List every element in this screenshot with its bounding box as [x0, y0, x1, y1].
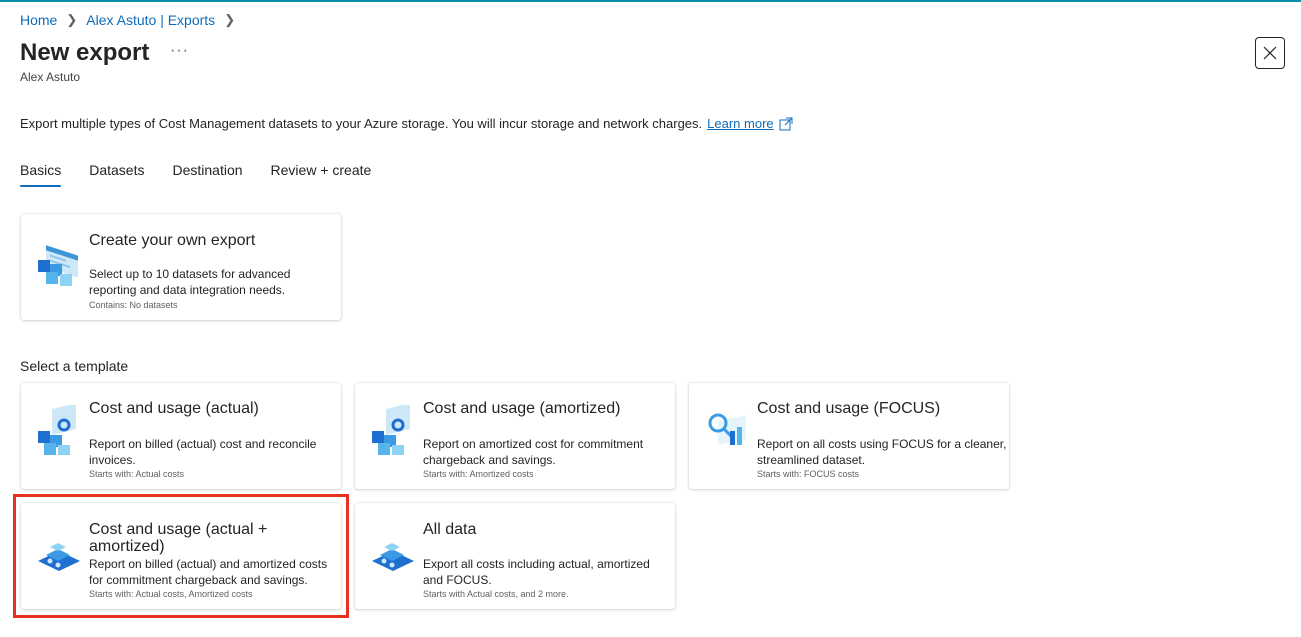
learn-more-link[interactable]: Learn more: [707, 116, 773, 131]
cost-usage-icon: [372, 405, 410, 455]
external-link-icon[interactable]: [779, 117, 793, 131]
card-title: Cost and usage (FOCUS): [757, 400, 941, 417]
focus-search-icon: [708, 413, 746, 445]
export-description: Export multiple types of Cost Management…: [20, 116, 793, 131]
tab-basics[interactable]: Basics: [20, 162, 62, 187]
page-title: New export: [20, 39, 150, 66]
card-title: Cost and usage (actual + amortized): [89, 521, 268, 555]
card-title: All data: [423, 521, 477, 538]
template-card-focus[interactable]: Cost and usage (FOCUS) Report on all cos…: [689, 383, 1009, 489]
template-card-amortized[interactable]: Cost and usage (amortized) Report on amo…: [355, 383, 675, 489]
card-description: Export all costs including actual, amort…: [423, 557, 650, 587]
card-meta: Starts with: Amortized costs: [423, 469, 534, 479]
template-section-label: Select a template: [20, 358, 129, 374]
card-meta: Starts with: FOCUS costs: [757, 469, 860, 479]
wizard-tabs: Basics Datasets Destination Review + cre…: [20, 162, 399, 187]
tab-datasets[interactable]: Datasets: [89, 162, 144, 184]
template-card-actual-amortized[interactable]: Cost and usage (actual + amortized) Repo…: [21, 503, 341, 609]
card-description: Report on amortized cost for commitment …: [423, 437, 644, 467]
chevron-right-icon: ❯: [224, 12, 236, 27]
close-icon: [1263, 46, 1277, 60]
tab-destination[interactable]: Destination: [172, 162, 242, 184]
top-accent-line: [0, 0, 1301, 2]
card-title: Create your own export: [89, 232, 256, 249]
page-subtitle: Alex Astuto: [20, 70, 81, 84]
breadcrumb: Home ❯ Alex Astuto | Exports ❯: [20, 12, 244, 28]
breadcrumb-home-link[interactable]: Home: [20, 12, 57, 28]
chevron-right-icon: ❯: [66, 12, 78, 27]
template-card-all-data[interactable]: All data Export all costs including actu…: [355, 503, 675, 609]
card-description: Report on all costs using FOCUS for a cl…: [757, 437, 1007, 467]
card-meta: Contains: No datasets: [89, 300, 178, 310]
stacked-data-icon: [38, 543, 80, 571]
card-description: Report on billed (actual) and amortized …: [89, 557, 328, 587]
cost-usage-icon: [38, 405, 76, 455]
tab-review-create[interactable]: Review + create: [271, 162, 372, 184]
more-options-icon[interactable]: ···: [170, 42, 189, 60]
card-description: Report on billed (actual) cost and recon…: [89, 437, 317, 467]
description-text: Export multiple types of Cost Management…: [20, 116, 703, 131]
card-title: Cost and usage (actual): [89, 400, 259, 417]
custom-export-icon: [38, 245, 78, 286]
card-meta: Starts with: Actual costs, Amortized cos…: [89, 589, 253, 599]
card-title: Cost and usage (amortized): [423, 400, 621, 417]
card-meta: Starts with Actual costs, and 2 more.: [423, 589, 569, 599]
create-own-export-card[interactable]: Create your own export Select up to 10 d…: [21, 214, 341, 320]
stacked-data-icon: [372, 543, 414, 571]
card-meta: Starts with: Actual costs: [89, 469, 185, 479]
template-card-actual[interactable]: Cost and usage (actual) Report on billed…: [21, 383, 341, 489]
card-description: Select up to 10 datasets for advanced re…: [89, 267, 291, 297]
close-button[interactable]: [1255, 37, 1285, 69]
breadcrumb-exports-link[interactable]: Alex Astuto | Exports: [86, 12, 215, 28]
